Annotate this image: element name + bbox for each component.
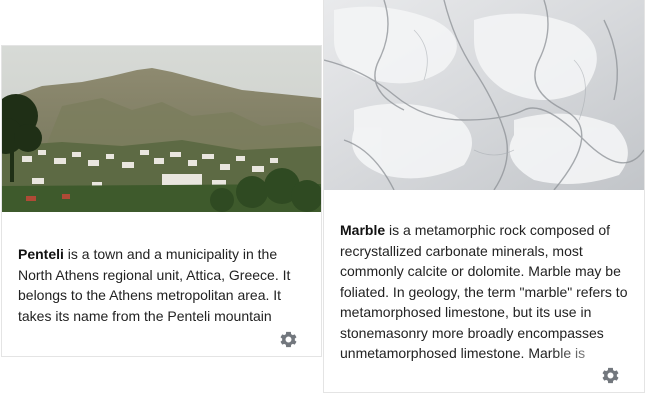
preview-term-penteli: Penteli xyxy=(18,246,64,262)
preview-extract-text-marble: is a metamorphic rock composed of recrys… xyxy=(340,222,628,361)
preview-card-penteli[interactable]: Penteli is a town and a municipality in … xyxy=(2,46,321,356)
preview-card-marble[interactable]: Marble is a metamorphic rock composed of… xyxy=(324,0,644,392)
preview-settings-button[interactable] xyxy=(278,329,298,349)
preview-thumbnail-marble[interactable] xyxy=(324,0,644,190)
gear-icon xyxy=(602,367,618,383)
preview-extract-marble: Marble is a metamorphic rock composed of… xyxy=(340,220,632,364)
preview-term-marble: Marble xyxy=(340,222,386,238)
extract-fade-overlay xyxy=(228,346,318,356)
preview-extract-penteli: Penteli is a town and a municipality in … xyxy=(18,244,310,326)
preview-settings-button[interactable] xyxy=(600,365,620,385)
preview-thumbnail-penteli[interactable] xyxy=(2,46,321,212)
gear-icon xyxy=(280,331,296,347)
